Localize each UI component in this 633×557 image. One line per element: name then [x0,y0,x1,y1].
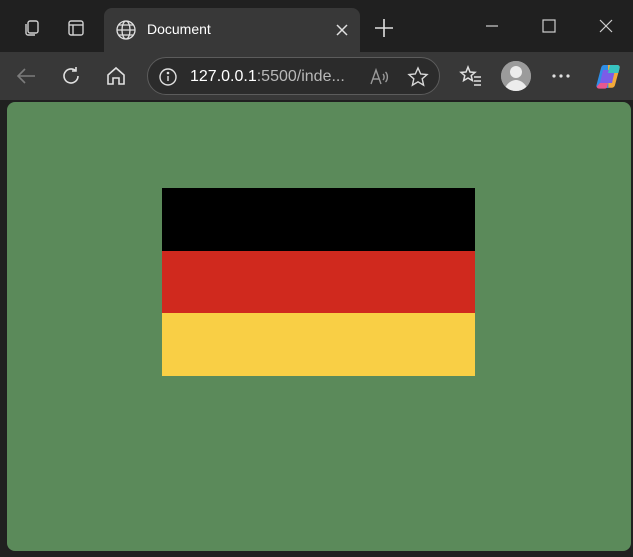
close-window-icon[interactable] [590,12,622,40]
page-viewport [7,102,631,551]
tab-title: Document [147,21,211,37]
tab-document[interactable]: Document [104,8,360,52]
workspaces-icon[interactable] [16,12,48,44]
browser-toolbar: 127.0.0.1:5500/inde... [0,52,633,100]
star-icon[interactable] [407,66,429,88]
read-aloud-icon[interactable] [368,66,390,88]
favorites-icon[interactable] [457,62,485,90]
german-flag [162,188,475,376]
url-text[interactable]: 127.0.0.1:5500/inde... [190,68,345,86]
minimize-icon[interactable] [476,12,508,40]
info-icon[interactable] [158,67,178,87]
url-path: :5500/inde... [256,68,345,85]
tab-actions-icon[interactable] [60,12,92,44]
url-host: 127.0.0.1 [190,68,257,85]
maximize-icon[interactable] [533,12,565,40]
flag-stripe-red [162,250,475,314]
more-icon[interactable] [547,62,575,90]
copilot-icon[interactable] [594,61,624,91]
globe-icon [116,20,136,40]
address-bar[interactable]: 127.0.0.1:5500/inde... [147,57,440,95]
home-icon[interactable] [102,62,130,90]
flag-stripe-gold [162,313,475,376]
flag-stripe-black [162,188,475,251]
title-bar: Document [0,0,633,56]
plus-icon[interactable] [370,14,398,42]
back-arrow-icon[interactable] [12,62,40,90]
close-icon[interactable] [332,20,352,40]
profile-icon[interactable] [501,61,531,91]
refresh-icon[interactable] [57,62,85,90]
